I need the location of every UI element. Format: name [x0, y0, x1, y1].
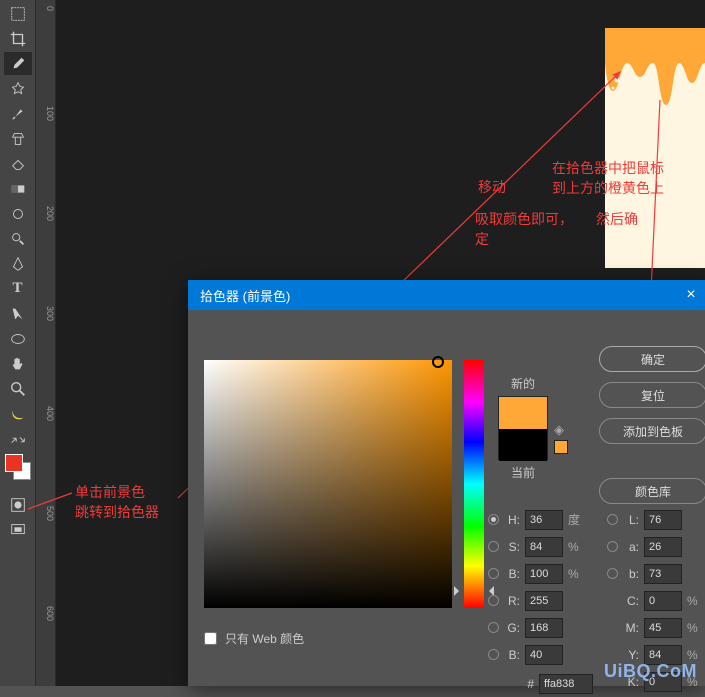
color-picker-dialog: 拾色器 (前景色) × 新的 当前 ◈ 只有 Web 颜色 确定 复位 添加到	[188, 280, 705, 686]
radio-g[interactable]	[488, 622, 499, 633]
ok-button[interactable]: 确定	[599, 346, 705, 372]
hue-slider-thumb[interactable]	[458, 586, 490, 596]
fg-bg-swatch[interactable]	[4, 453, 32, 481]
websafe-swatch[interactable]	[554, 440, 568, 454]
eyedropper-tool[interactable]	[4, 52, 32, 75]
bv-input[interactable]	[525, 564, 563, 584]
radio-bv[interactable]	[488, 568, 499, 579]
r-input[interactable]	[525, 591, 563, 611]
reset-button[interactable]: 复位	[599, 382, 705, 408]
ruler-tick: 100	[36, 106, 55, 107]
watermark: UiBQ.CoM	[604, 661, 697, 682]
zoom-tool[interactable]	[4, 377, 32, 400]
radio-r[interactable]	[488, 595, 499, 606]
pen-tool[interactable]	[4, 252, 32, 275]
new-label: 新的	[498, 375, 548, 392]
ruler-tick: 500	[36, 506, 55, 507]
rect-select-tool[interactable]	[4, 2, 32, 25]
tools-toolbar: T	[0, 0, 36, 686]
ellipse-tool[interactable]	[4, 327, 32, 350]
type-tool[interactable]: T	[4, 277, 32, 300]
eraser-tool[interactable]	[4, 152, 32, 175]
b2-input[interactable]	[644, 564, 682, 584]
cube-icon[interactable]: ◈	[554, 422, 564, 438]
radio-s[interactable]	[488, 541, 499, 552]
gradient-tool[interactable]	[4, 177, 32, 200]
quickmask-tool[interactable]	[4, 493, 32, 516]
hex-input[interactable]	[539, 674, 593, 694]
ruler-tick: 300	[36, 306, 55, 307]
fg-color-swatch[interactable]	[5, 454, 23, 472]
new-color-swatch[interactable]	[499, 397, 547, 429]
swap-colors-icon[interactable]	[4, 433, 32, 447]
banana-tool[interactable]	[4, 402, 32, 425]
h-input[interactable]	[525, 510, 563, 530]
radio-bb[interactable]	[488, 649, 499, 660]
dialog-title: 拾色器 (前景色)	[200, 286, 290, 305]
dodge-tool[interactable]	[4, 227, 32, 250]
screenmode-tool[interactable]	[4, 518, 32, 541]
g-input[interactable]	[525, 618, 563, 638]
m-input[interactable]	[644, 618, 682, 638]
ruler-tick: 0	[36, 6, 55, 7]
ruler-tick: 600	[36, 606, 55, 607]
crop-tool[interactable]	[4, 27, 32, 50]
dialog-titlebar[interactable]: 拾色器 (前景色) ×	[188, 280, 705, 310]
color-lib-button[interactable]: 颜色库	[599, 478, 705, 504]
s-input[interactable]	[525, 537, 563, 557]
radio-h[interactable]	[488, 514, 499, 525]
bb-input[interactable]	[525, 645, 563, 665]
color-field[interactable]	[204, 360, 452, 608]
l-input[interactable]	[644, 510, 682, 530]
radio-b2[interactable]	[607, 568, 618, 579]
web-only-input[interactable]	[204, 632, 217, 645]
swatch-compare: 新的 当前	[498, 375, 548, 481]
ruler-tick: 400	[36, 406, 55, 407]
honey-artwork	[605, 28, 705, 268]
current-label: 当前	[498, 464, 548, 481]
radio-l[interactable]	[607, 514, 618, 525]
smudge-tool[interactable]	[4, 202, 32, 225]
close-icon[interactable]: ×	[677, 280, 705, 310]
c-input[interactable]	[644, 591, 682, 611]
current-color-swatch[interactable]	[499, 429, 547, 461]
honey-drip-shape	[605, 28, 705, 148]
a-input[interactable]	[644, 537, 682, 557]
hand-tool[interactable]	[4, 352, 32, 375]
hue-slider[interactable]	[464, 360, 484, 608]
vertical-ruler: 0 100 200 300 400 500 600	[36, 0, 56, 686]
ruler-tick: 200	[36, 206, 55, 207]
path-select-tool[interactable]	[4, 302, 32, 325]
clone-tool[interactable]	[4, 127, 32, 150]
color-cursor	[432, 356, 444, 368]
brush-tool[interactable]	[4, 102, 32, 125]
blemish-tool[interactable]	[4, 77, 32, 100]
radio-a[interactable]	[607, 541, 618, 552]
add-swatch-button[interactable]: 添加到色板	[599, 418, 705, 444]
web-only-checkbox[interactable]: 只有 Web 颜色	[204, 630, 304, 647]
